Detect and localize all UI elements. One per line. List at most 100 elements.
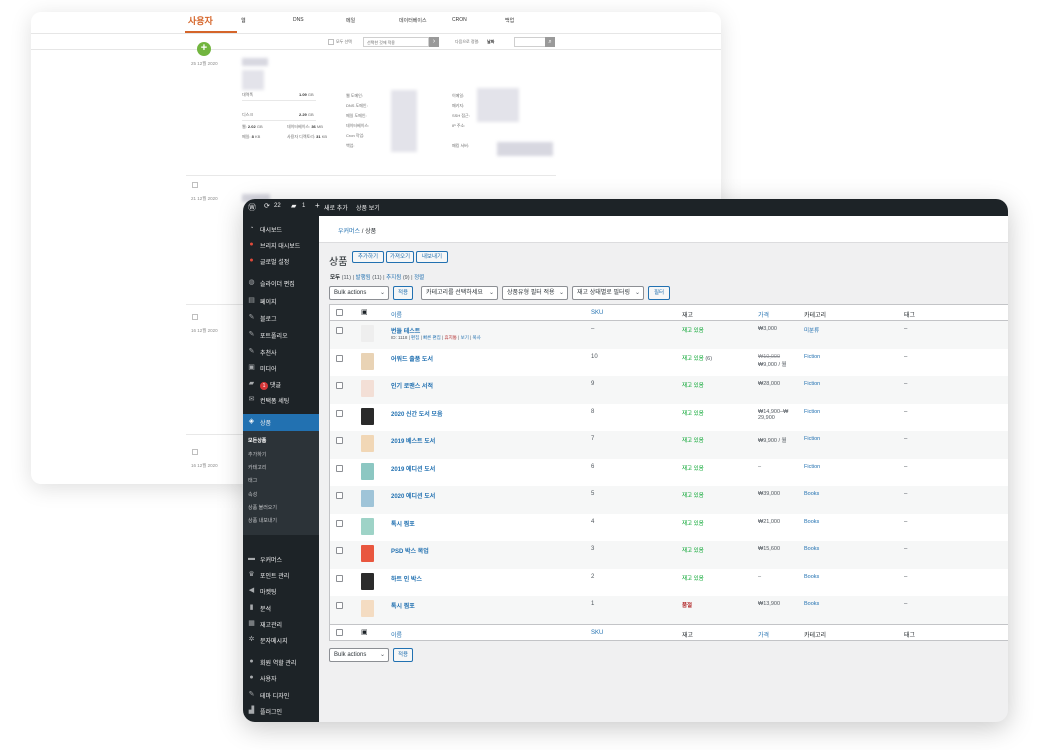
product-name-link[interactable]: 2020 에디션 도서 <box>391 491 435 500</box>
sidebar-item-sms[interactable]: ✲ 문자메시지 <box>243 632 319 647</box>
sidebar-item-pages[interactable]: ▤ 페이지 <box>243 293 319 308</box>
column-price[interactable]: 가격 <box>758 310 769 319</box>
submenu-attributes[interactable]: 속성 <box>248 491 257 498</box>
row-checkbox[interactable] <box>336 519 343 527</box>
add-product-button[interactable]: 추가하기 <box>352 251 384 263</box>
select-all-checkbox[interactable] <box>336 309 343 316</box>
row-checkbox[interactable] <box>192 449 198 455</box>
search-icon[interactable]: ⌕ <box>545 37 555 47</box>
view-sorted[interactable]: 추지됨 <box>386 275 401 281</box>
column-name[interactable]: 이름 <box>391 310 402 319</box>
product-thumbnail[interactable] <box>361 600 374 617</box>
column-name[interactable]: 이름 <box>391 630 402 639</box>
select-all-checkbox[interactable] <box>328 39 334 45</box>
breadcrumb-woocommerce[interactable]: 우커머스 <box>338 229 360 235</box>
product-thumbnail[interactable] <box>361 352 374 370</box>
product-type-filter-select[interactable]: 상품유형 필터 적용 ⌄ <box>502 286 568 300</box>
product-name-link[interactable]: 2019 베스트 도서 <box>391 436 435 445</box>
product-category-link[interactable]: Fiction <box>804 464 820 470</box>
view-link[interactable]: 보기 <box>461 335 469 340</box>
submenu-categories[interactable]: 카테고리 <box>248 464 266 471</box>
tab-backup[interactable]: 백업 <box>505 17 514 24</box>
export-button[interactable]: 내보내기 <box>416 251 448 263</box>
row-checkbox[interactable] <box>336 354 343 362</box>
product-thumbnail[interactable] <box>361 572 374 590</box>
updates-icon[interactable]: ⟳ <box>264 202 270 210</box>
updates-count[interactable]: 22 <box>274 203 281 209</box>
product-name-link[interactable]: 2020 신간 도서 모음 <box>391 409 442 418</box>
plus-icon[interactable]: + <box>315 201 320 210</box>
product-thumbnail[interactable] <box>361 517 374 535</box>
tab-dns[interactable]: DNS <box>293 17 304 23</box>
sidebar-item-contact-form[interactable]: ✉ 컨택폼 세팅 <box>243 392 319 407</box>
add-user-button[interactable]: + <box>197 42 211 56</box>
edit-link[interactable]: 편집 <box>411 335 419 340</box>
sidebar-item-plugins[interactable]: ▟ 플러그인 <box>243 703 319 718</box>
product-name-link[interactable]: 어워드 출품 도서 <box>391 354 433 363</box>
import-button[interactable]: 가져오기 <box>386 251 414 263</box>
column-sku[interactable]: SKU <box>591 310 603 316</box>
product-name-link[interactable]: 번들 테스트 <box>391 326 420 335</box>
row-checkbox[interactable] <box>336 602 343 609</box>
sidebar-item-inventory[interactable]: ▦ 재고관리 <box>243 616 319 631</box>
new-content-link[interactable]: 새로 추가 <box>324 203 348 212</box>
product-thumbnail[interactable] <box>361 462 374 480</box>
filter-button[interactable]: 필터 <box>648 286 670 300</box>
apply-arrow-button[interactable]: › <box>429 37 439 47</box>
row-checkbox[interactable] <box>336 574 343 582</box>
tab-database[interactable]: 데이터베이스 <box>399 17 427 24</box>
tab-users[interactable]: 사용자 <box>188 14 213 27</box>
sidebar-item-blog[interactable]: ✎ 블로그 <box>243 310 319 325</box>
sidebar-item-tools[interactable]: ✍도구 <box>243 719 319 722</box>
product-category-link[interactable]: Books <box>804 491 819 497</box>
row-checkbox[interactable] <box>192 182 198 188</box>
apply-button[interactable]: 적용 <box>393 286 413 300</box>
sidebar-item-global-settings[interactable]: ● 글로벌 설정 <box>243 253 319 268</box>
product-name-link[interactable]: 톡시 찜포 <box>391 519 415 528</box>
product-thumbnail[interactable] <box>361 545 374 562</box>
product-category-link[interactable]: Fiction <box>804 409 820 415</box>
quick-edit-link[interactable]: 빠른 편집 <box>423 335 441 340</box>
category-filter-select[interactable]: 카테고리를 선택하세요 ⌄ <box>421 286 498 300</box>
product-category-link[interactable]: Books <box>804 601 819 607</box>
submenu-export[interactable]: 상품 내보내기 <box>248 517 277 524</box>
row-checkbox[interactable] <box>336 382 343 389</box>
sidebar-item-slider[interactable]: ◍ 슬라이더 편집 <box>243 275 319 290</box>
product-category-link[interactable]: Fiction <box>804 436 820 442</box>
product-thumbnail[interactable] <box>361 325 374 342</box>
wordpress-logo-icon[interactable]: Ⓦ <box>248 202 256 213</box>
sidebar-item-analytics[interactable]: ▮ 분석 <box>243 600 319 615</box>
sidebar-item-portfolio[interactable]: ✎ 포트폴리오 <box>243 327 319 342</box>
product-thumbnail[interactable] <box>361 380 374 397</box>
product-category-link[interactable]: 미분류 <box>804 326 819 334</box>
sidebar-item-users[interactable]: ● 사용자 <box>243 670 319 685</box>
tab-web[interactable]: 웹 <box>241 17 246 24</box>
comments-count[interactable]: 1 <box>302 203 305 209</box>
column-price[interactable]: 가격 <box>758 630 769 639</box>
sidebar-item-dashboard[interactable]: ◔ 대시보드 <box>243 221 319 236</box>
product-thumbnail[interactable] <box>361 490 374 507</box>
sidebar-item-woocommerce[interactable]: ▬ 우커머스 <box>243 551 319 566</box>
submenu-tags[interactable]: 태그 <box>248 477 257 484</box>
bulk-actions-select-bottom[interactable]: Bulk actions ⌄ <box>329 648 389 662</box>
product-thumbnail[interactable] <box>361 435 374 452</box>
trash-link[interactable]: 휴지통 <box>444 335 456 340</box>
product-name-link[interactable]: 2019 에디션 도서 <box>391 464 435 473</box>
tab-cron[interactable]: CRON <box>452 17 467 23</box>
sidebar-item-media[interactable]: ▣ 미디어 <box>243 360 319 375</box>
product-name-link[interactable]: 인기 로맨스 서적 <box>391 381 433 390</box>
bulk-select[interactable]: 선택한 것에 적용 <box>363 37 429 47</box>
row-checkbox[interactable] <box>336 464 343 472</box>
search-input[interactable] <box>514 37 546 47</box>
product-category-link[interactable]: Fiction <box>804 354 820 360</box>
sidebar-item-testimonials[interactable]: ✎ 추천사 <box>243 344 319 359</box>
view-sorting[interactable]: 정렬 <box>414 275 424 281</box>
submenu-add-new[interactable]: 추가하기 <box>248 451 266 458</box>
column-sku[interactable]: SKU <box>591 630 603 636</box>
product-thumbnail[interactable] <box>361 407 374 425</box>
product-category-link[interactable]: Books <box>804 574 819 580</box>
view-all[interactable]: 모두 <box>330 275 340 281</box>
product-name-link[interactable]: PSD 박스 목업 <box>391 546 429 555</box>
sidebar-item-user-roles[interactable]: ● 회원 역할 관리 <box>243 654 319 669</box>
sort-value[interactable]: 날짜 <box>487 39 494 45</box>
